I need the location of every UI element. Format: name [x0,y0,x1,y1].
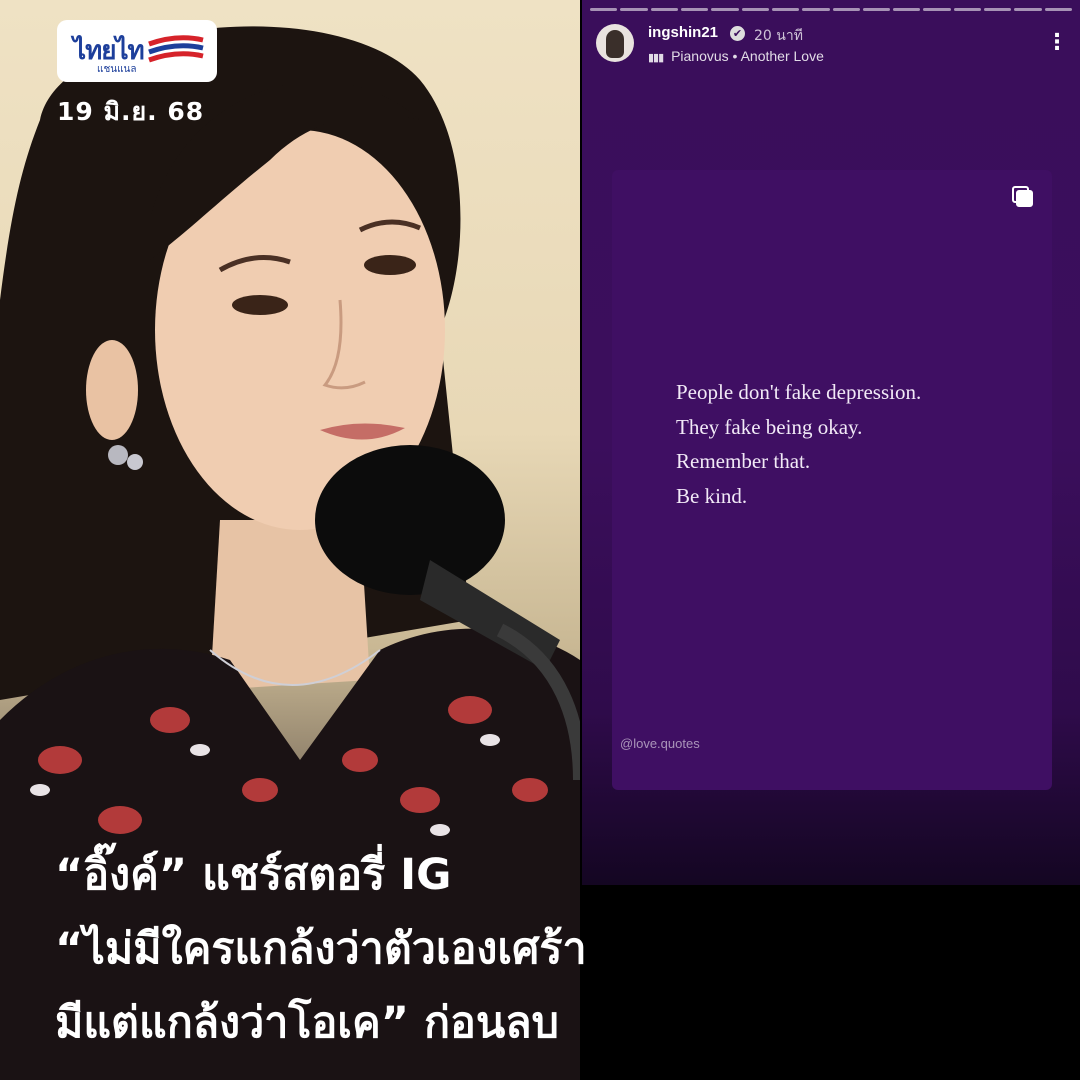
progress-segment [832,8,860,11]
music-title: Another Love [740,48,824,64]
headline-line-1: “อิ๊งค์” แชร์สตอรี่ IG [55,850,452,900]
story-username[interactable]: ingshin21 [648,24,718,41]
instagram-story: ingshin21 ✔ 20 นาที ▮▮▮ Pianovus • Anoth… [582,0,1080,885]
progress-segment [741,8,769,11]
multi-post-icon [1012,186,1033,207]
more-vertical-icon[interactable]: ⋮ [1046,28,1068,58]
post-date: 19 มิ.ย. 68 [57,97,205,126]
quote-credit: @love.quotes [620,736,700,751]
quote-line: Remember that. [676,449,811,473]
progress-segment [893,8,921,11]
channel-logo: ไทยไท แชนแนล [57,20,217,82]
logo-stripes-icon [148,35,204,63]
news-graphic: ingshin21 ✔ 20 นาที ▮▮▮ Pianovus • Anoth… [0,0,1080,1080]
progress-segment [620,8,648,11]
quote-post-card[interactable]: People don't fake depression. They fake … [612,170,1052,790]
progress-segment [711,8,739,11]
progress-segment [1044,8,1072,11]
progress-segment [1014,8,1042,11]
logo-subtitle: แชนแนล [97,64,137,75]
quote-line: Be kind. [676,483,748,508]
story-music[interactable]: ▮▮▮ Pianovus • Another Love [648,48,824,64]
story-time-ago: 20 นาที [754,28,803,44]
music-artist: Pianovus [671,48,729,64]
progress-segment [590,8,618,11]
progress-segment [953,8,982,11]
progress-segment [862,8,891,11]
quote-text: People don't fake depression. They fake … [676,375,921,513]
headline: “อิ๊งค์” แชร์สตอรี่ IG “ไม่มีใครแกล้งว่า… [55,838,1035,1060]
progress-segment [984,8,1012,11]
music-separator: • [732,48,738,64]
profile-avatar[interactable] [596,24,634,62]
progress-segment [650,8,678,11]
progress-segment [802,8,830,11]
progress-segment [923,8,951,11]
music-bars-icon: ▮▮▮ [648,52,664,64]
quote-line: People don't fake depression. [676,380,922,404]
progress-segment [680,8,709,11]
verified-badge-icon: ✔ [730,26,745,41]
story-header: ingshin21 ✔ 20 นาที ▮▮▮ Pianovus • Anoth… [596,22,1068,66]
headline-line-3: มีแต่แกล้งว่าโอเค” ก่อนลบ [55,998,559,1048]
headline-line-2: “ไม่มีใครแกล้งว่าตัวเองเศร้า [55,924,587,974]
story-progress-bar [590,8,1072,11]
quote-line: They fake being okay. [676,414,863,439]
progress-segment [771,8,800,11]
